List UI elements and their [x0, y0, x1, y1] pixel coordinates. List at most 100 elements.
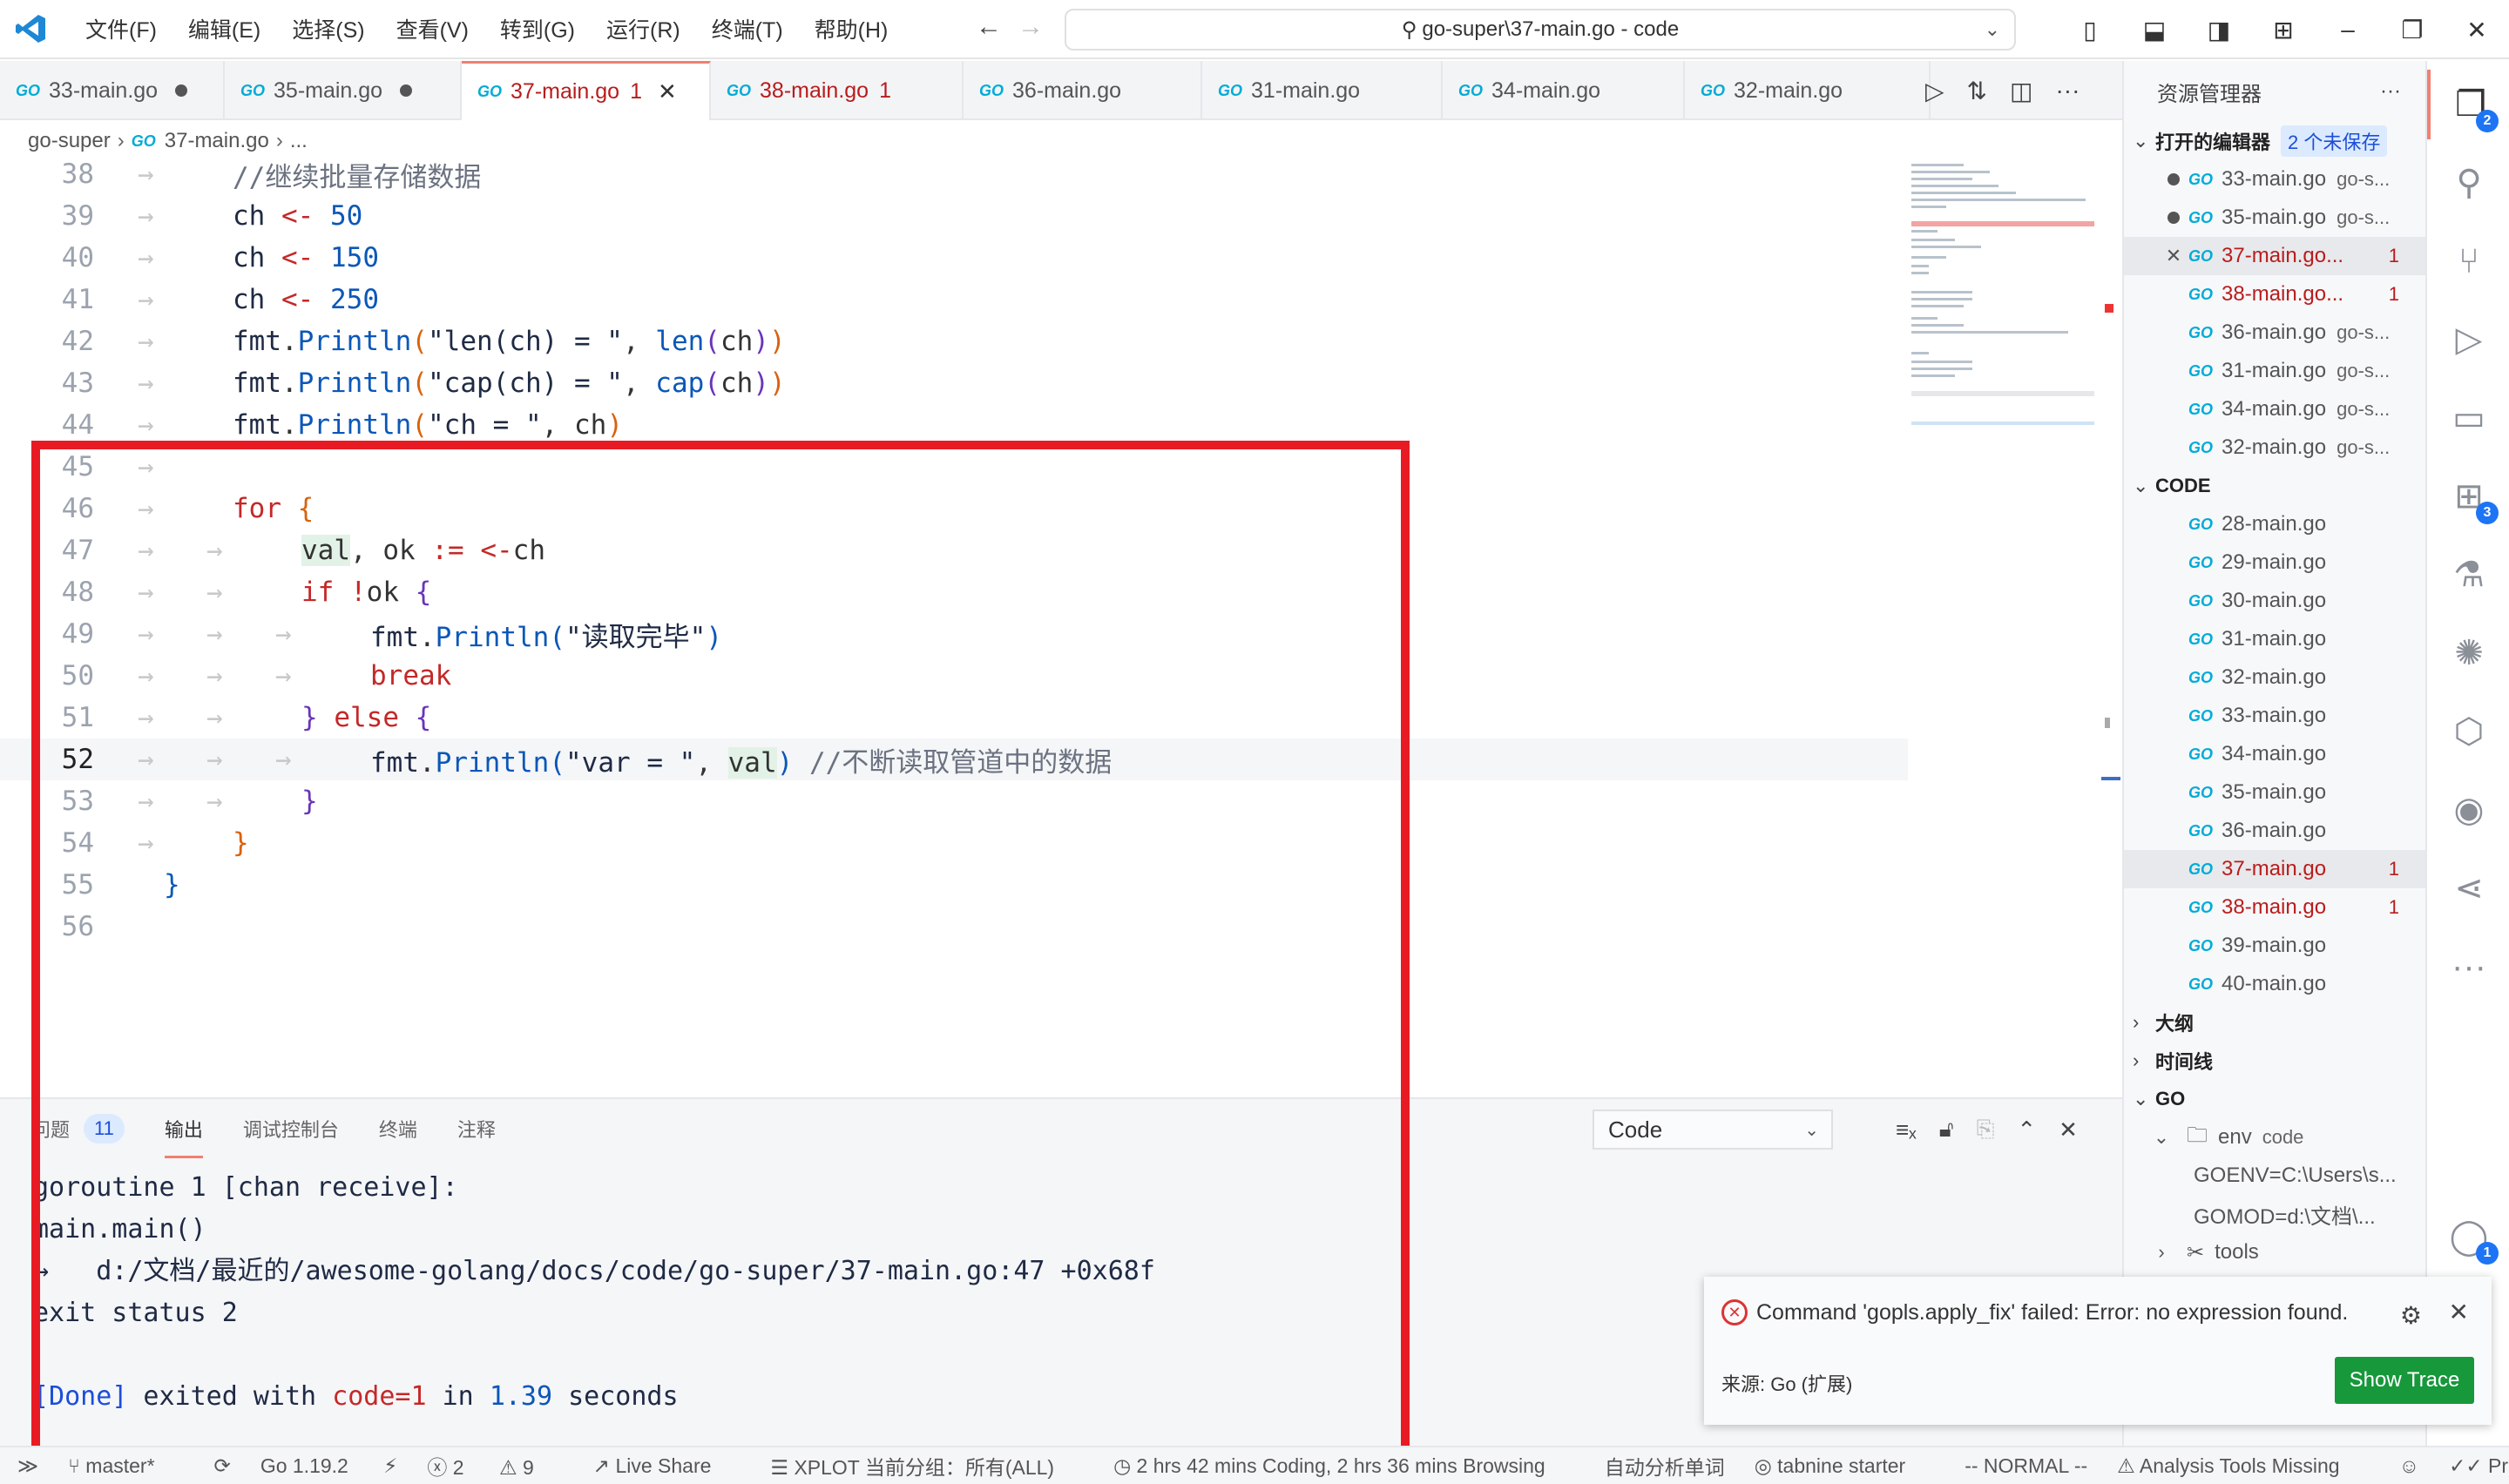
go-tools-item[interactable]: › ✂ tools	[2124, 1233, 2425, 1272]
tab-38-main-go[interactable]: GO 38-main.go 1	[711, 61, 964, 120]
tab-31-main-go[interactable]: GO 31-main.go	[1202, 61, 1443, 120]
code-line[interactable]: 55}	[0, 864, 1908, 906]
more-actions-icon[interactable]: ···	[2380, 79, 2401, 104]
file-tree-item[interactable]: GO 34-main.go	[2124, 735, 2425, 773]
open-editor-item[interactable]: GO 31-main.go go-s...	[2124, 352, 2425, 390]
open-editor-item[interactable]: GO 34-main.go go-s...	[2124, 390, 2425, 428]
menu-item[interactable]: 选择(S)	[276, 13, 380, 44]
branch-status[interactable]: ⑂ master*	[68, 1454, 184, 1478]
restore-button[interactable]: ❐	[2380, 16, 2445, 44]
minimap[interactable]	[1908, 160, 2100, 448]
tab-36-main-go[interactable]: GO 36-main.go	[964, 61, 1202, 120]
open-editor-item[interactable]: GO 35-main.go go-s...	[2124, 199, 2425, 237]
customize-layout-icon[interactable]: ⊞	[2251, 16, 2316, 44]
code-line[interactable]: 42 → fmt.Println("len(ch) = ", len(ch))	[0, 320, 1908, 362]
menu-item[interactable]: 运行(R)	[591, 13, 696, 44]
unsaved-dot-icon[interactable]	[175, 84, 188, 97]
breadcrumb-file[interactable]: 37-main.go	[165, 129, 269, 153]
close-panel-icon[interactable]: ✕	[2059, 1116, 2078, 1143]
tab-37-main-go[interactable]: GO 37-main.go 1 ✕	[462, 61, 711, 120]
section-header[interactable]: › 时间线	[2124, 1042, 2425, 1080]
file-tree-item[interactable]: GO 30-main.go	[2124, 582, 2425, 620]
more-actions-icon[interactable]: ···	[2055, 77, 2080, 105]
problems-status[interactable]: ⓧ 2 ⚠ 9	[427, 1451, 563, 1481]
close-tab-icon[interactable]: ✕	[658, 78, 677, 105]
analysis-tools-status[interactable]: ⚠ Analysis Tools Missing	[2117, 1454, 2369, 1478]
close-icon[interactable]: ✕	[2159, 245, 2188, 267]
live-share-status[interactable]: ↗ Live Share	[593, 1454, 741, 1478]
panel-tab[interactable]: 注释	[457, 1115, 496, 1143]
explorer-icon[interactable]: ❐ 2	[2427, 70, 2509, 139]
auto-analyze-status[interactable]: 自动分析单词	[1605, 1451, 1725, 1481]
menu-item[interactable]: 转到(G)	[484, 13, 591, 44]
copilot-icon[interactable]: ☺	[2399, 1454, 2419, 1478]
xplot-status[interactable]: ☰ XPLOT 当前分组：所有(ALL)	[770, 1451, 1084, 1481]
code-line[interactable]: 45 →	[0, 446, 1908, 488]
code-line[interactable]: 47 → → val, ok := <-ch	[0, 530, 1908, 571]
unsaved-dot-icon[interactable]	[400, 84, 413, 97]
unsaved-dot-icon[interactable]	[2159, 206, 2188, 229]
code-line[interactable]: 54 →}	[0, 822, 1908, 864]
minimize-button[interactable]: –	[2316, 16, 2380, 44]
file-tree-item[interactable]: GO 40-main.go	[2124, 965, 2425, 1003]
wakatime-status[interactable]: ◷ 2 hrs 42 mins Coding, 2 hrs 36 mins Br…	[1113, 1454, 1575, 1478]
file-tree-item[interactable]: GO 35-main.go	[2124, 773, 2425, 812]
panel-tab[interactable]: 调试控制台	[243, 1115, 339, 1143]
output-channel-select[interactable]: Code ⌄	[1593, 1110, 1833, 1150]
open-output-in-editor-icon[interactable]: ⎘	[1977, 1116, 1995, 1143]
show-trace-button[interactable]: Show Trace	[2335, 1357, 2474, 1404]
remote-indicator-icon[interactable]: ≫	[17, 1454, 38, 1478]
go-version-status[interactable]: Go 1.19.2 ⚡	[260, 1454, 398, 1478]
back-arrow-icon[interactable]: ←	[976, 12, 1002, 41]
search-icon[interactable]: ⚲	[2427, 148, 2509, 218]
tab-35-main-go[interactable]: GO 35-main.go	[225, 61, 462, 120]
file-tree-item[interactable]: GO 32-main.go	[2124, 658, 2425, 697]
code-line[interactable]: 56	[0, 906, 1908, 948]
file-tree-item[interactable]: GO 39-main.go	[2124, 927, 2425, 965]
cloud-icon[interactable]: ✺	[2427, 618, 2509, 688]
file-tree-item[interactable]: GO 29-main.go	[2124, 543, 2425, 582]
code-line[interactable]: 48 → → if !ok {	[0, 571, 1908, 613]
maximize-panel-icon[interactable]: ⌃	[2017, 1116, 2036, 1143]
code-line[interactable]: 38 → //继续批量存储数据	[0, 160, 1908, 195]
tab-32-main-go[interactable]: GO 32-main.go	[1685, 61, 1931, 120]
output-log[interactable]: goroutine 1 [chan receive]: main.main() → …	[33, 1167, 1155, 1418]
code-line[interactable]: 39 → ch <- 50	[0, 195, 1908, 237]
compare-changes-icon[interactable]: ⇅	[1967, 77, 1987, 105]
gitlens-icon[interactable]: ⋖	[2427, 853, 2509, 923]
panel-tab[interactable]: 终端	[379, 1115, 417, 1143]
code-editor[interactable]: 38 → //继续批量存储数据 39 → ch <- 50 40 → ch <- 150 41 → c…	[0, 160, 2122, 1097]
open-editor-item[interactable]: GO 32-main.go go-s...	[2124, 428, 2425, 467]
code-line[interactable]: 50 → → → break	[0, 655, 1908, 697]
extensions-icon[interactable]: ⊞ 3	[2427, 462, 2509, 531]
go-env-var[interactable]: GOMOD=d:\文档\...	[2124, 1195, 2425, 1233]
section-header[interactable]: › 大纲	[2124, 1003, 2425, 1042]
toggle-panel-icon[interactable]: ⬓	[2122, 16, 2187, 44]
split-editor-icon[interactable]: ◫	[2010, 77, 2032, 105]
open-editor-item[interactable]: GO 38-main.go... 1	[2124, 275, 2425, 314]
breadcrumb-folder[interactable]: go-super	[28, 129, 111, 153]
close-icon[interactable]: ✕	[2449, 1298, 2469, 1326]
code-line[interactable]: 43 → fmt.Println("cap(ch) = ", cap(ch))	[0, 362, 1908, 404]
toggle-secondary-sidebar-icon[interactable]: ◨	[2187, 16, 2251, 44]
sync-icon[interactable]: ⟳	[214, 1454, 231, 1478]
gear-icon[interactable]: ⚙	[2400, 1301, 2422, 1330]
chevron-down-icon[interactable]: ⌄	[1985, 18, 2000, 41]
hexagon-play-icon[interactable]: ⬡	[2427, 697, 2509, 766]
source-control-icon[interactable]: ⑂	[2427, 226, 2509, 296]
code-line[interactable]: 51 → →} else {	[0, 697, 1908, 739]
open-editor-item[interactable]: GO 33-main.go go-s...	[2124, 160, 2425, 199]
github-icon[interactable]: ◉	[2427, 775, 2509, 845]
section-header[interactable]: ⌄ GO	[2124, 1080, 2425, 1118]
tab-34-main-go[interactable]: GO 34-main.go	[1443, 61, 1685, 120]
go-env-var[interactable]: GOENV=C:\Users\s...	[2124, 1157, 2425, 1195]
menu-item[interactable]: 终端(T)	[696, 13, 799, 44]
code-line[interactable]: 53 → →}	[0, 780, 1908, 822]
file-tree-item[interactable]: GO 33-main.go	[2124, 697, 2425, 735]
file-tree-item[interactable]: GO 31-main.go	[2124, 620, 2425, 658]
file-tree-item[interactable]: GO 36-main.go	[2124, 812, 2425, 850]
code-line[interactable]: 49 → → → fmt.Println("读取完毕")	[0, 613, 1908, 655]
breadcrumb-symbol[interactable]: ...	[290, 129, 308, 153]
close-window-button[interactable]: ✕	[2445, 16, 2509, 44]
section-header[interactable]: ⌄ 打开的编辑器 2 个未保存	[2124, 122, 2425, 160]
